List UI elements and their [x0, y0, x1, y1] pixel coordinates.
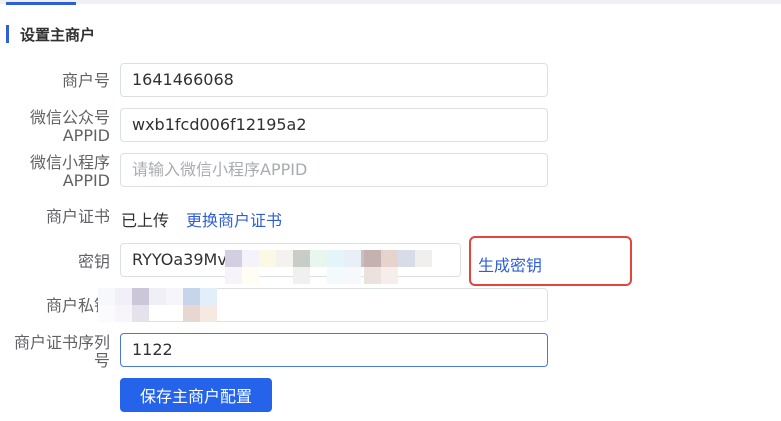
cert-serial-input[interactable]: 1122	[120, 333, 548, 367]
merchant-no-input[interactable]: 1641466068	[120, 63, 548, 97]
highlight-annotation-box	[469, 236, 632, 286]
secret-key-value: RYYOa39Mv	[132, 250, 227, 269]
change-cert-link[interactable]: 更换商户证书	[186, 207, 282, 231]
wechat-oa-appid-label: 微信公众号 APPID	[30, 109, 110, 145]
merchant-cert-status: 已上传	[121, 211, 170, 230]
cert-serial-label-line1: 商户证书序列	[13, 333, 110, 352]
section-accent-bar	[6, 25, 9, 43]
wechat-mini-appid-label: 微信小程序 APPID	[30, 154, 110, 190]
merchant-cert-label: 商户证书	[45, 207, 110, 226]
merchant-no-label: 商户号	[61, 71, 110, 90]
wechat-mini-appid-label-line1: 微信小程序	[29, 153, 110, 172]
top-divider	[0, 0, 781, 4]
save-merchant-config-button[interactable]: 保存主商户配置	[120, 378, 272, 412]
wechat-oa-appid-label-line1: 微信公众号	[29, 108, 110, 127]
wechat-oa-appid-input[interactable]: wxb1fcd006f12195a2	[120, 108, 548, 142]
section-title: 设置主商户	[20, 26, 96, 44]
wechat-oa-appid-label-line2: APPID	[62, 126, 110, 145]
cert-serial-label-line2: 号	[93, 351, 110, 370]
wechat-mini-appid-label-line2: APPID	[62, 171, 110, 190]
wechat-mini-appid-input[interactable]: 请输入微信小程序APPID	[120, 153, 548, 187]
active-tab-indicator	[6, 2, 76, 5]
secret-key-label: 密钥	[77, 252, 110, 271]
cert-serial-label: 商户证书序列 号	[14, 334, 110, 370]
